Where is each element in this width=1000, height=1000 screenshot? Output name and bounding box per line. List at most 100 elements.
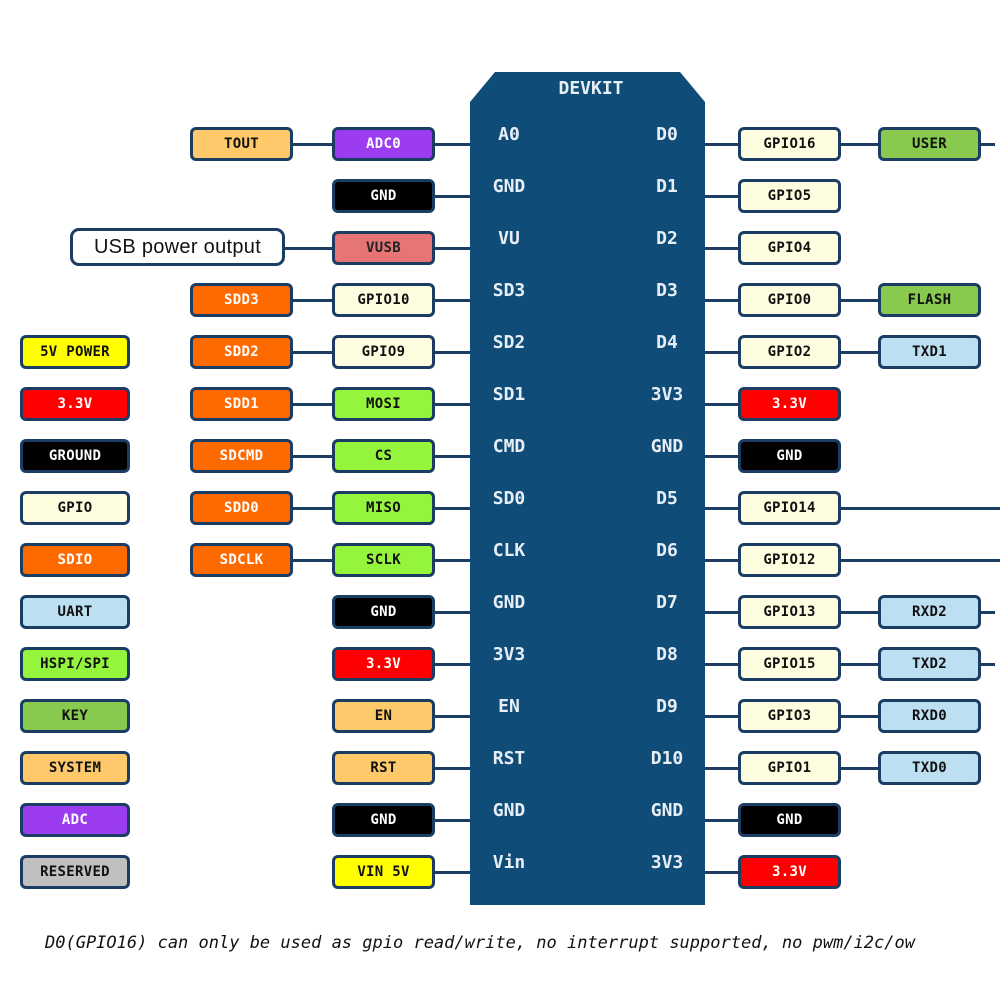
connector-extension xyxy=(981,143,995,146)
left-function-box: GPIO10 xyxy=(332,283,435,317)
right-pin-label: D2 xyxy=(656,228,678,249)
left-alt-function-box: SDD1 xyxy=(190,387,293,421)
left-alt-function-box: TOUT xyxy=(190,127,293,161)
connector-line xyxy=(435,507,470,510)
board-title: DEVKIT xyxy=(558,78,624,99)
legend-item: HSPI/SPI xyxy=(20,647,130,681)
left-alt-function-box: SDD0 xyxy=(190,491,293,525)
connector-line xyxy=(435,143,470,146)
right-alt-function-box: TXD2 xyxy=(878,647,981,681)
connector-line xyxy=(841,143,878,146)
right-function-box: GPIO4 xyxy=(738,231,841,265)
connector-line xyxy=(435,403,470,406)
connector-line xyxy=(705,871,738,874)
right-alt-function-box: TXD0 xyxy=(878,751,981,785)
connector-line xyxy=(293,559,332,562)
left-pin-label: EN xyxy=(498,696,520,717)
connector-line xyxy=(293,507,332,510)
connector-extension xyxy=(841,507,1000,510)
left-pin-label: CMD xyxy=(492,436,526,457)
legend-item: GPIO xyxy=(20,491,130,525)
right-function-box: GPIO1 xyxy=(738,751,841,785)
usb-power-note: USB power output xyxy=(70,228,285,266)
connector-line xyxy=(841,715,878,718)
left-function-box: VIN 5V xyxy=(332,855,435,889)
left-function-box: 3.3V xyxy=(332,647,435,681)
left-pin-label: CLK xyxy=(492,540,526,561)
right-function-box: 3.3V xyxy=(738,387,841,421)
left-pin-label: Vin xyxy=(492,852,526,873)
left-function-box: MISO xyxy=(332,491,435,525)
connector-line xyxy=(841,611,878,614)
left-pin-label: VU xyxy=(498,228,520,249)
connector-line xyxy=(705,663,738,666)
connector-line xyxy=(705,455,738,458)
left-function-box: EN xyxy=(332,699,435,733)
connector-line xyxy=(435,559,470,562)
connector-line xyxy=(293,299,332,302)
connector-line xyxy=(435,195,470,198)
connector-line xyxy=(705,299,738,302)
right-function-box: GND xyxy=(738,803,841,837)
left-pin-label: GND xyxy=(492,592,526,613)
connector-line xyxy=(435,871,470,874)
connector-line xyxy=(705,247,738,250)
connector-extension xyxy=(981,663,995,666)
right-function-box: GND xyxy=(738,439,841,473)
left-pin-label: A0 xyxy=(498,124,520,145)
right-pin-label: D0 xyxy=(656,124,678,145)
legend-item: SDIO xyxy=(20,543,130,577)
connector-line xyxy=(705,351,738,354)
right-function-box: GPIO16 xyxy=(738,127,841,161)
connector-line xyxy=(435,819,470,822)
connector-line xyxy=(705,767,738,770)
left-function-box: CS xyxy=(332,439,435,473)
left-alt-function-box: SDD3 xyxy=(190,283,293,317)
right-function-box: GPIO0 xyxy=(738,283,841,317)
connector-line xyxy=(705,403,738,406)
left-function-box: VUSB xyxy=(332,231,435,265)
legend-item: GROUND xyxy=(20,439,130,473)
legend-item: 5V POWER xyxy=(20,335,130,369)
connector-line xyxy=(435,247,470,250)
left-function-box: RST xyxy=(332,751,435,785)
left-function-box: ADC0 xyxy=(332,127,435,161)
connector-line xyxy=(293,455,332,458)
right-pin-label: 3V3 xyxy=(650,384,684,405)
connector-line xyxy=(705,611,738,614)
right-pin-label: GND xyxy=(650,436,684,457)
connector-line xyxy=(293,403,332,406)
connector-line xyxy=(705,715,738,718)
left-alt-function-box: SDCMD xyxy=(190,439,293,473)
connector-line xyxy=(435,767,470,770)
right-alt-function-box: TXD1 xyxy=(878,335,981,369)
right-pin-label: D3 xyxy=(656,280,678,301)
right-function-box: GPIO13 xyxy=(738,595,841,629)
right-pin-label: D10 xyxy=(650,748,684,769)
connector-line xyxy=(293,351,332,354)
left-function-box: SCLK xyxy=(332,543,435,577)
left-pin-label: GND xyxy=(492,176,526,197)
right-pin-label: D6 xyxy=(656,540,678,561)
connector-line xyxy=(841,767,878,770)
right-alt-function-box: RXD0 xyxy=(878,699,981,733)
right-pin-label: D8 xyxy=(656,644,678,665)
right-pin-label: GND xyxy=(650,800,684,821)
connector-line xyxy=(705,143,738,146)
left-alt-function-box: SDCLK xyxy=(190,543,293,577)
connector-line xyxy=(841,351,878,354)
left-function-box: GPIO9 xyxy=(332,335,435,369)
left-function-box: GND xyxy=(332,595,435,629)
right-function-box: GPIO12 xyxy=(738,543,841,577)
right-pin-label: D1 xyxy=(656,176,678,197)
left-pin-label: 3V3 xyxy=(492,644,526,665)
right-alt-function-box: USER xyxy=(878,127,981,161)
footnote: D0(GPIO16) can only be used as gpio read… xyxy=(45,933,915,953)
connector-line xyxy=(435,455,470,458)
connector-line xyxy=(705,819,738,822)
connector-line xyxy=(293,143,332,146)
legend-item: KEY xyxy=(20,699,130,733)
left-alt-function-box: SDD2 xyxy=(190,335,293,369)
left-pin-label: SD0 xyxy=(492,488,526,509)
legend-item: 3.3V xyxy=(20,387,130,421)
